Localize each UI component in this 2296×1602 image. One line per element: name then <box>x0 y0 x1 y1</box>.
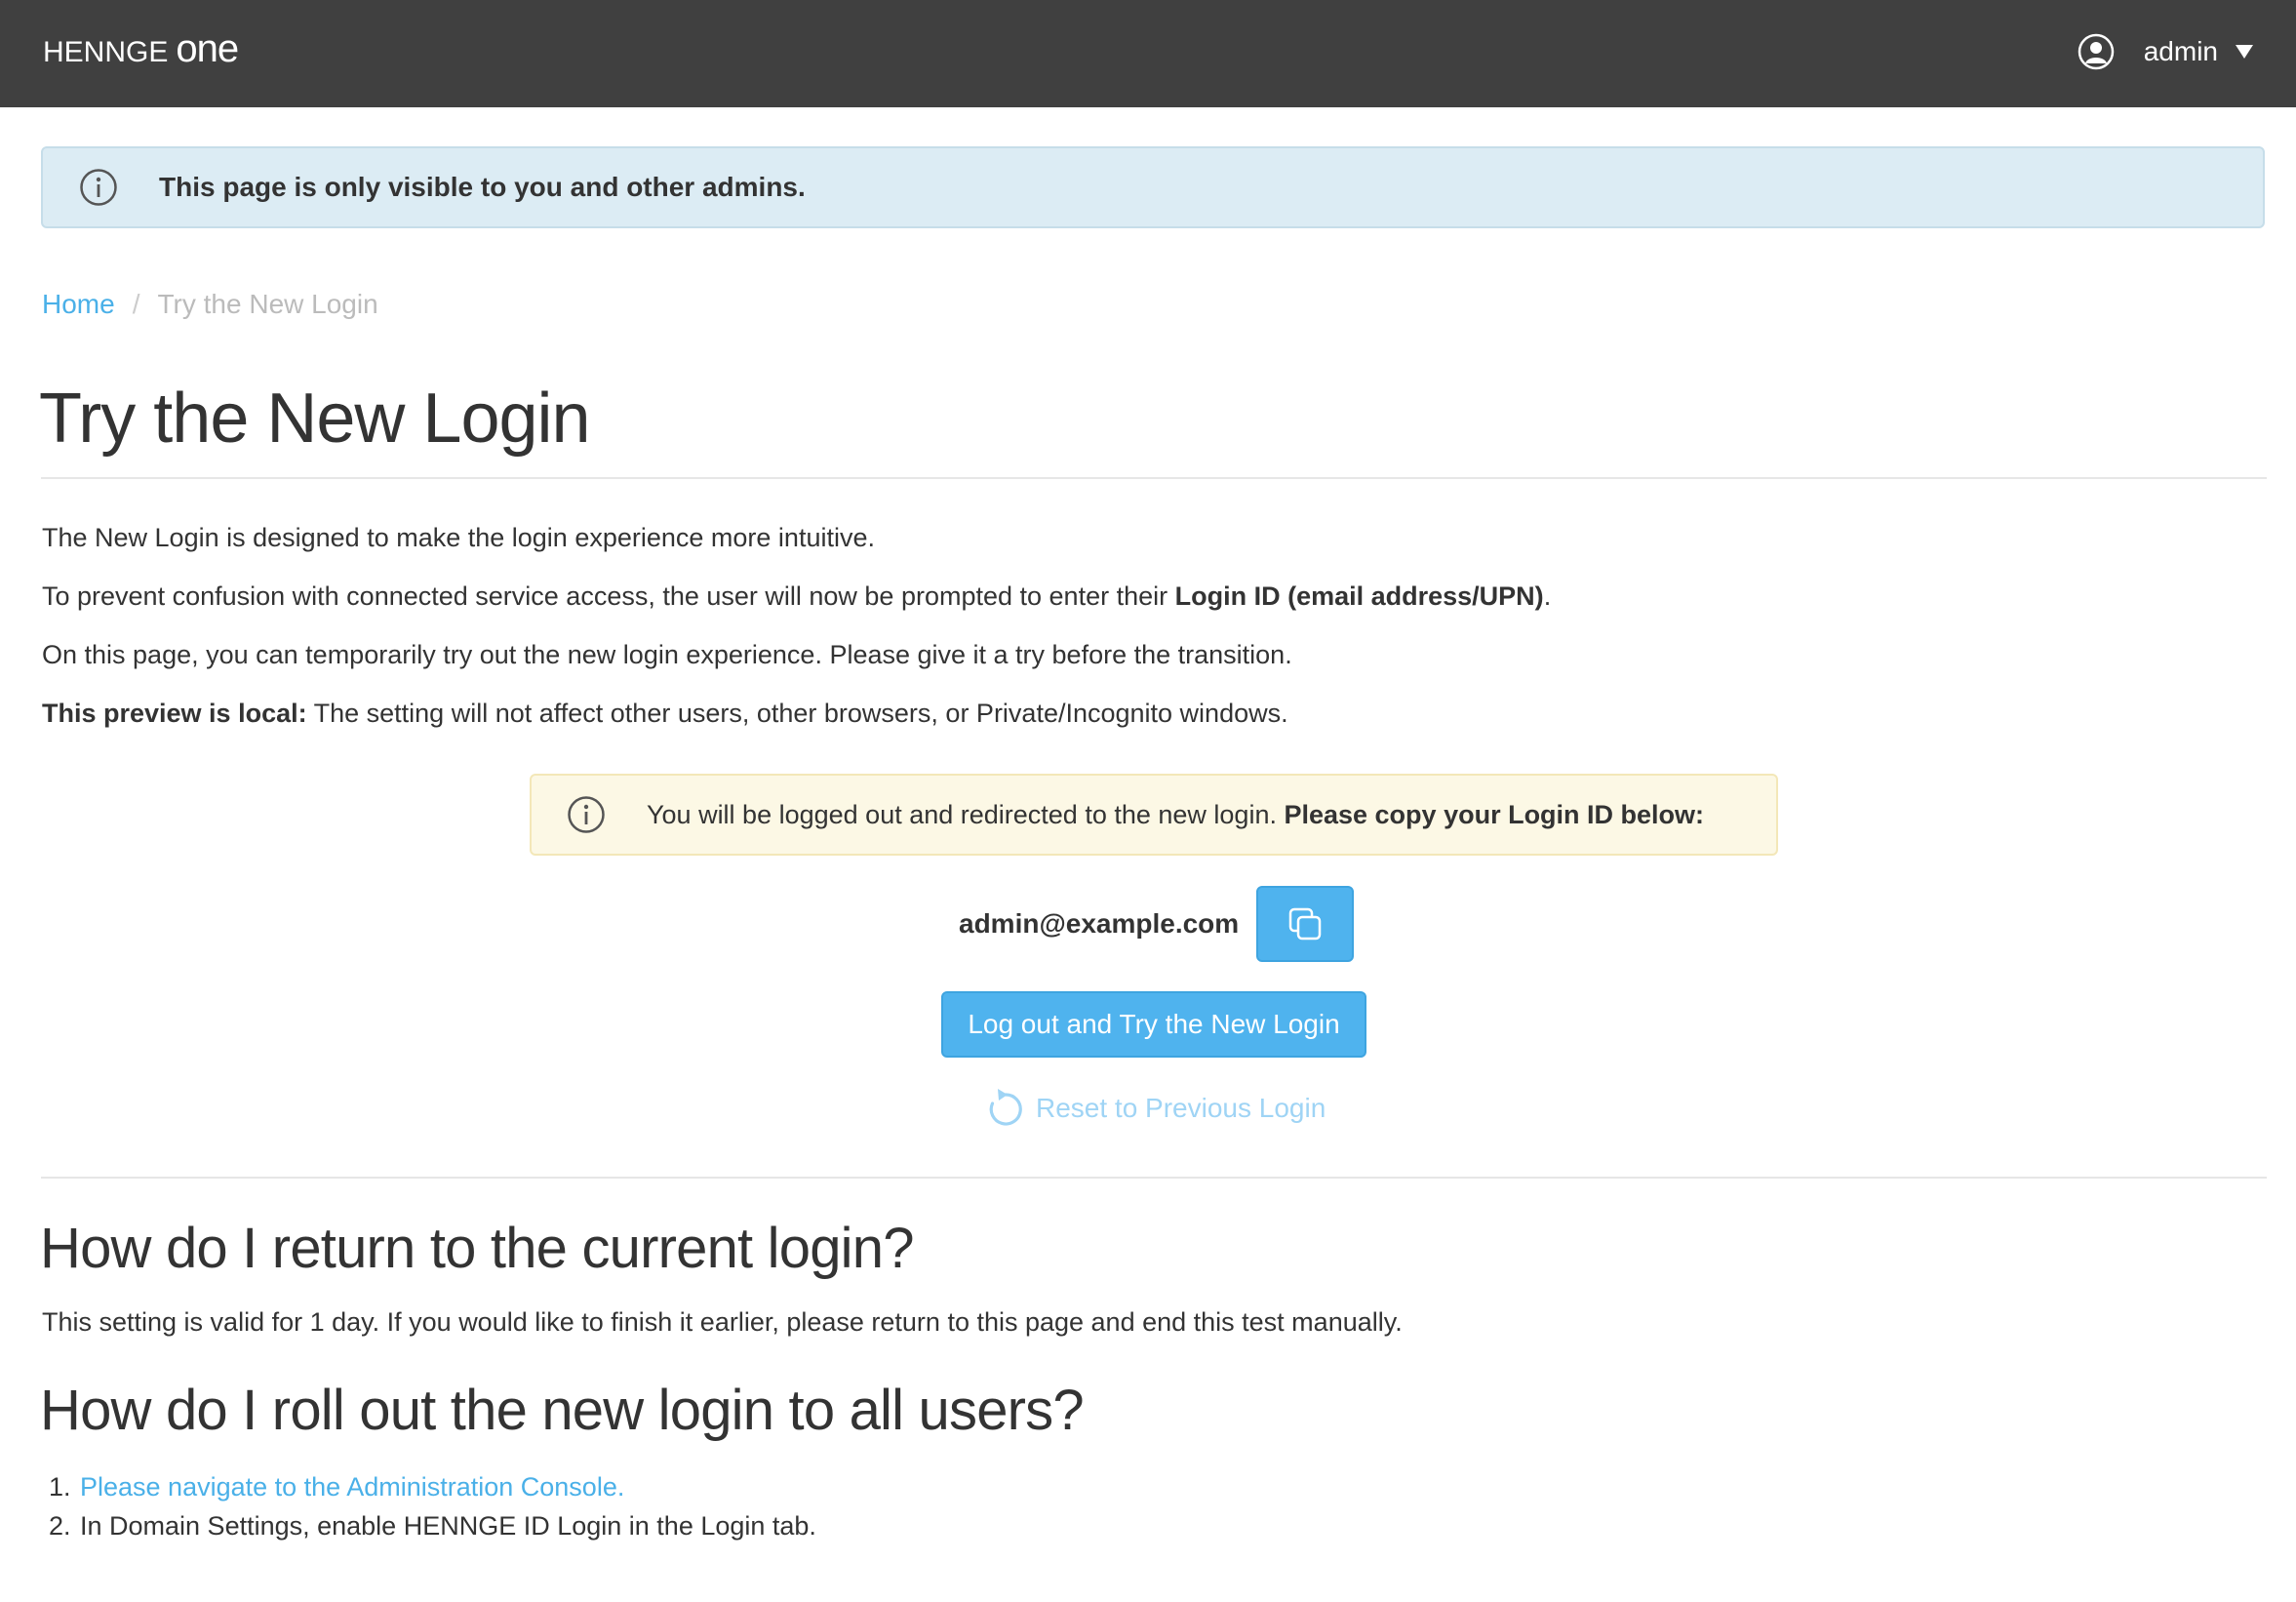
user-menu[interactable]: admin <box>2078 31 2253 72</box>
rollout-step: 1. Please navigate to the Administration … <box>49 1467 816 1506</box>
refresh-icon <box>989 1089 1022 1126</box>
logo-product: one <box>176 27 239 70</box>
title-divider <box>41 477 2267 479</box>
intro-p2-suffix: . <box>1543 581 1552 611</box>
faq-return-heading: How do I return to the current login? <box>40 1217 914 1280</box>
copy-icon <box>1288 907 1322 941</box>
breadcrumb-current: Try the New Login <box>157 289 378 319</box>
user-circle-icon <box>2078 33 2114 70</box>
admin-console-link[interactable]: Please navigate to the Administration Co… <box>80 1472 624 1502</box>
admin-alert-text: This page is only visible to you and oth… <box>159 172 806 202</box>
intro-paragraph-3: On this page, you can temporarily try ou… <box>42 640 1292 669</box>
intro-p2-prefix: To prevent confusion with connected serv… <box>42 581 1175 611</box>
breadcrumb-separator: / <box>132 289 140 319</box>
rollout-steps-list: 1. Please navigate to the Administration … <box>49 1467 816 1545</box>
admin-only-alert: This page is only visible to you and oth… <box>41 146 2265 228</box>
step-number: 2. <box>49 1511 71 1541</box>
reset-link-label: Reset to Previous Login <box>1036 1093 1326 1123</box>
copy-login-id-button[interactable] <box>1256 886 1355 962</box>
username-label: admin <box>2143 36 2218 66</box>
intro-p4-bold: This preview is local: <box>42 699 307 728</box>
reset-to-previous-login-link[interactable]: Reset to Previous Login <box>987 1087 1326 1130</box>
logo-brand: HENNGE <box>43 36 169 68</box>
login-id-row: admin@example.com <box>959 886 1355 962</box>
login-id-value[interactable]: admin@example.com <box>959 908 1239 940</box>
warning-text-bold: Please copy your Login ID below: <box>1284 799 1705 829</box>
info-circle-icon <box>568 796 605 833</box>
intro-paragraph-2: To prevent confusion with connected serv… <box>42 581 1551 612</box>
breadcrumb: Home / Try the New Login <box>42 289 378 320</box>
top-navbar: HENNGE one admin <box>0 0 2296 107</box>
intro-p4-rest: The setting will not affect other users,… <box>306 699 1288 728</box>
caret-down-icon <box>2236 45 2253 59</box>
step-number: 1. <box>49 1472 71 1502</box>
warning-text-main: You will be logged out and redirected to… <box>647 799 1285 829</box>
info-circle-icon <box>80 169 117 206</box>
intro-paragraph-1: The New Login is designed to make the lo… <box>42 523 875 552</box>
rollout-step: 2. In Domain Settings, enable HENNGE ID L… <box>49 1506 816 1545</box>
warning-text: You will be logged out and redirected to… <box>647 800 1704 830</box>
section-divider <box>41 1177 2267 1179</box>
logout-warning-alert: You will be logged out and redirected to… <box>530 774 1778 856</box>
logout-try-new-login-button[interactable]: Log out and Try the New Login <box>941 991 1366 1058</box>
step-text: In Domain Settings, enable HENNGE ID Log… <box>80 1511 816 1541</box>
henngeone-logo[interactable]: HENNGE one <box>43 27 239 76</box>
faq-rollout-heading: How do I roll out the new login to all u… <box>40 1379 1085 1442</box>
page-title: Try the New Login <box>39 380 591 458</box>
intro-p2-bold: Login ID (email address/UPN) <box>1174 581 1544 611</box>
faq-return-answer: This setting is valid for 1 day. If you … <box>42 1307 1403 1337</box>
intro-paragraph-4: This preview is local: The setting will … <box>42 699 1288 729</box>
breadcrumb-home-link[interactable]: Home <box>42 289 115 320</box>
